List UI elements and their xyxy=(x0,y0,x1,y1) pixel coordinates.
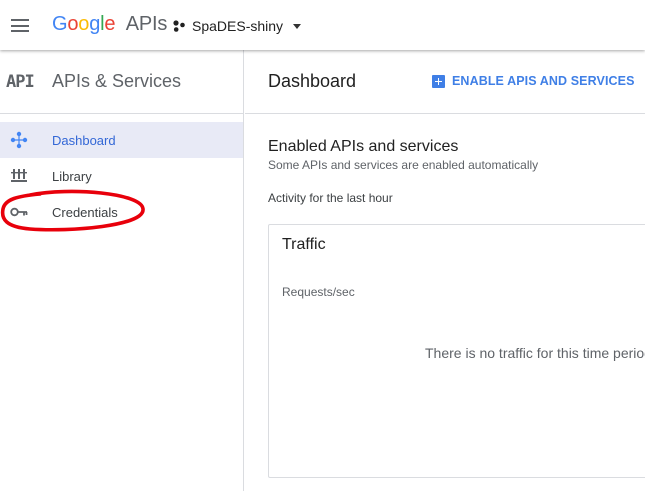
sidebar-nav: Dashboard Library Credentials xyxy=(0,114,243,230)
google-wordmark: Google xyxy=(52,13,116,35)
api-icon: API xyxy=(6,71,35,92)
section-subtitle: Some APIs and services are enabled autom… xyxy=(268,158,539,172)
sidebar-item-label: Credentials xyxy=(52,204,118,220)
project-selector[interactable]: SpaDES-shiny xyxy=(172,16,302,36)
sidebar-item-label: Dashboard xyxy=(52,132,116,148)
plus-box-icon xyxy=(432,74,445,88)
enable-apis-label: ENABLE APIS AND SERVICES xyxy=(452,74,635,88)
section-title: Enabled APIs and services xyxy=(268,138,459,155)
traffic-card-title: Traffic xyxy=(282,236,326,253)
apis-wordmark: APIs xyxy=(125,13,168,35)
sidebar-item-dashboard[interactable]: Dashboard xyxy=(0,122,243,158)
traffic-card: Traffic Requests/sec There is no traffic… xyxy=(268,224,645,478)
sidebar: API APIs & Services Dashboard Library Cr… xyxy=(0,50,244,491)
activity-label: Activity for the last hour xyxy=(268,191,393,205)
sidebar-item-label: Library xyxy=(52,168,92,184)
chevron-down-icon xyxy=(293,23,302,29)
main-content: Dashboard ENABLE APIS AND SERVICES Enabl… xyxy=(245,50,645,491)
top-app-bar: Google APIs SpaDES-shiny xyxy=(0,0,645,50)
sidebar-item-library[interactable]: Library xyxy=(0,158,243,194)
google-apis-logo[interactable]: Google APIs xyxy=(52,13,167,36)
page-title: Dashboard xyxy=(268,71,357,91)
dashboard-icon xyxy=(10,131,28,149)
sidebar-item-credentials[interactable]: Credentials xyxy=(0,194,243,230)
library-icon xyxy=(10,167,28,185)
project-dots-icon xyxy=(173,20,185,32)
sidebar-header: API APIs & Services xyxy=(0,50,243,114)
page-header: Dashboard ENABLE APIS AND SERVICES xyxy=(245,50,645,114)
hamburger-menu-icon[interactable] xyxy=(11,19,29,32)
key-icon xyxy=(10,203,28,221)
sidebar-title: APIs & Services xyxy=(52,71,182,91)
traffic-y-axis-label: Requests/sec xyxy=(282,285,355,299)
traffic-empty-message: There is no traffic for this time period xyxy=(425,345,645,361)
enable-apis-button[interactable]: ENABLE APIS AND SERVICES xyxy=(432,74,635,88)
project-name: SpaDES-shiny xyxy=(192,18,284,34)
